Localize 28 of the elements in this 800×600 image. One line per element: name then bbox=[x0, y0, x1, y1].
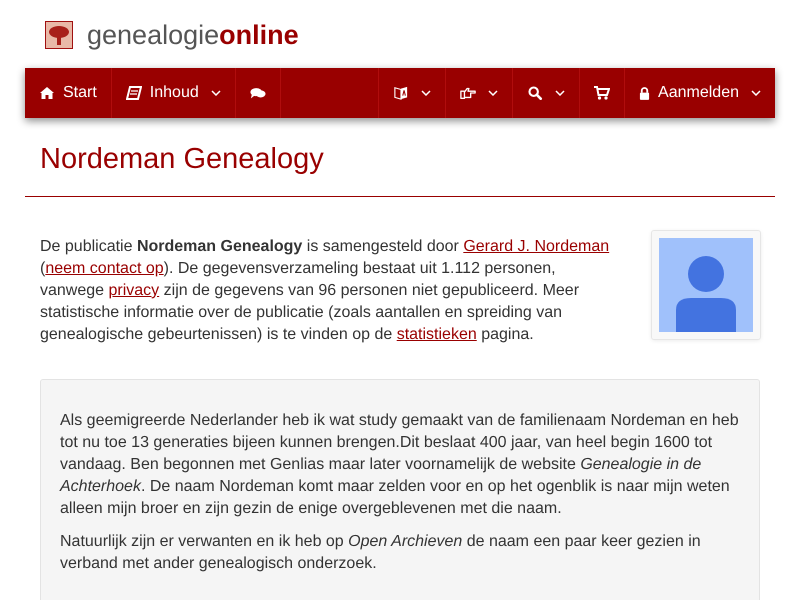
translate-icon bbox=[393, 86, 410, 100]
nav-item[interactable] bbox=[378, 68, 446, 118]
intro-paragraph: De publicatie Nordeman Genealogy is samengesteld door Gerard J. Nordeman (neem contact op). De gegevensverzameling bestaat uit 1.112 personen, vanwege privacy zijn de gegevens van 96 personen niet gepubliceerd. Meer statistische informatie over de publicatie (zoals aantallen en spreiding van genealogische gebeurtenissen) is te vinden op de statistieken pagina. bbox=[40, 237, 610, 345]
site-logo-text[interactable]: genealogieonline bbox=[87, 20, 299, 50]
pointing-hand-icon bbox=[460, 86, 476, 100]
cart-icon bbox=[594, 86, 610, 100]
description-paragraph: Natuurlijk zijn er verwanten en ik heb op Open Archieven de naam een paar keer gezien in verband met ander genealogisch onderzoek. bbox=[60, 532, 702, 574]
page-title: Nordeman Genealogy bbox=[40, 142, 325, 176]
caret-icon bbox=[751, 90, 761, 96]
nav-item[interactable]: Start bbox=[25, 68, 112, 118]
lock-icon bbox=[639, 86, 650, 100]
person-avatar-icon bbox=[659, 238, 753, 332]
tree-logo-icon[interactable] bbox=[45, 21, 73, 49]
caret-icon bbox=[488, 90, 498, 96]
description-paragraph: Als geemigreerde Nederlander heb ik wat study gemaakt van de familienaam Nordeman en heb tot nu toe 13 generaties bijeen kunnen brengen.Dit beslaat 400 jaar, van heel begin 1600 tot vandaag. Ben begonnen met Genlias maar later voornamelijk de website Genealogie in de Achterhoek. De naam Nordeman komt maar zelden voor en op het ogenblik is naar mijn weten alleen mijn broer en zijn gezin de enige overgeblevenen met die naam. bbox=[60, 411, 740, 519]
caret-icon bbox=[210, 90, 221, 96]
text-link[interactable]: neem contact op bbox=[45, 260, 164, 277]
nav-item[interactable]: Aanmelden bbox=[625, 68, 775, 118]
search-icon bbox=[527, 86, 544, 100]
text-link[interactable]: Gerard J. Nordeman bbox=[463, 238, 610, 255]
caret-icon bbox=[555, 90, 566, 96]
home-icon bbox=[39, 86, 55, 100]
nav-item[interactable]: Inhoud bbox=[112, 68, 236, 118]
caret-icon bbox=[421, 90, 432, 96]
text-link[interactable]: privacy bbox=[108, 282, 160, 299]
text-link[interactable]: statistieken bbox=[396, 326, 477, 343]
chat-icon bbox=[250, 86, 266, 100]
book-icon bbox=[126, 86, 142, 100]
